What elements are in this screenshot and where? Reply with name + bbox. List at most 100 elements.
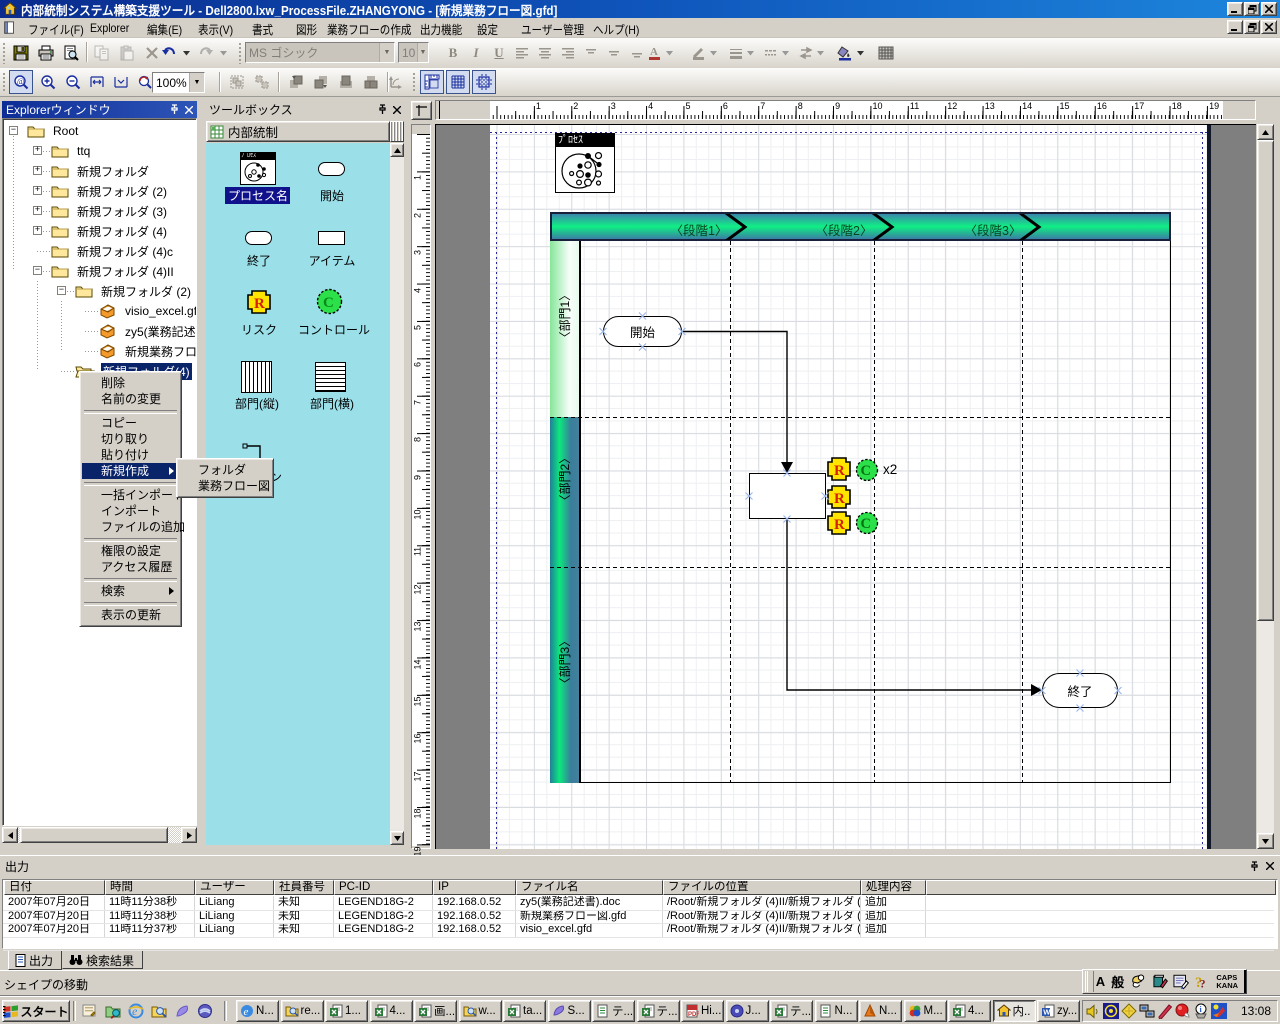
search-folder-icon[interactable] — [151, 1003, 167, 1019]
tree-expander[interactable]: − — [57, 286, 66, 295]
taskbar-button[interactable]: eN... — [236, 1000, 279, 1022]
arrow-style-button[interactable] — [797, 41, 814, 65]
tree-item[interactable]: 新規フォルダ (4)II — [77, 263, 174, 280]
caps-kana-indicator[interactable]: CAPSKANA — [1216, 974, 1238, 990]
redball-icon[interactable] — [1175, 1003, 1191, 1019]
table-cell[interactable]: LiLiang — [195, 910, 274, 924]
taskbar-button[interactable]: 4... — [370, 1000, 413, 1022]
line-color-button[interactable] — [690, 41, 707, 65]
table-cell[interactable]: /Root/新規フォルダ (4)II/新規フォルダ (... — [663, 896, 861, 910]
toolbox-item-risk[interactable]: リスク — [230, 321, 288, 338]
save-button[interactable] — [9, 41, 33, 65]
toolbox-item-control[interactable]: コントロール — [298, 321, 370, 338]
taskbar-button[interactable]: M... — [904, 1000, 947, 1022]
tree-item[interactable]: 新規フォルダ (4)c — [77, 243, 173, 260]
canvas-vscrollbar[interactable] — [1257, 124, 1274, 849]
table-cell[interactable]: 11時11分37秒 — [105, 923, 195, 937]
context-menu-item[interactable]: 削除 — [82, 375, 179, 391]
context-menu-item[interactable]: 貼り付け — [82, 447, 179, 463]
table-header-cell[interactable]: ファイルの位置 — [663, 880, 861, 895]
taskbar-button[interactable]: PDFHi... — [681, 1000, 724, 1022]
table-cell[interactable]: zy5(業務記述書).doc — [516, 896, 663, 910]
toolbar-grip[interactable] — [2, 42, 6, 64]
table-header-cell[interactable]: 社員番号 — [274, 880, 334, 895]
align-right-button[interactable] — [556, 41, 580, 65]
context-menu-item[interactable]: 切り取り — [82, 431, 179, 447]
context-menu-item[interactable]: インポート — [82, 503, 179, 519]
font-size-combo[interactable]: 10▼ — [398, 42, 429, 63]
menu-help[interactable]: ヘルプ(H) — [593, 21, 639, 38]
department-1-band[interactable]: 〈部門1〉 — [550, 241, 579, 417]
table-cell[interactable]: 新規業務フロー図.gfd — [516, 910, 663, 924]
zoom-select-button[interactable]: @ — [9, 70, 33, 94]
pin-icon[interactable] — [170, 104, 179, 115]
department-2-band[interactable]: 〈部門2〉 — [550, 417, 579, 567]
align-left-button[interactable] — [510, 41, 534, 65]
copy-button[interactable] — [90, 41, 114, 65]
table-cell[interactable]: LEGEND18G-2 — [334, 910, 433, 924]
send-backward-button[interactable] — [309, 70, 333, 94]
toolbox-dept-h-icon[interactable] — [315, 362, 346, 392]
taskbar-button[interactable]: 内.. — [993, 1000, 1036, 1022]
zoom-out-button[interactable] — [61, 70, 85, 94]
fill-color-button[interactable] — [835, 41, 854, 65]
tab-output[interactable]: 出力 — [8, 951, 62, 970]
paste-button[interactable] — [115, 41, 139, 65]
menu-output[interactable]: 出力機能 — [420, 21, 462, 38]
table-header-cell[interactable]: 日付 — [4, 880, 105, 895]
menu-view[interactable]: 表示(V) — [198, 21, 233, 38]
pin-icon[interactable] — [1250, 861, 1259, 872]
menu-format[interactable]: 書式 — [252, 21, 273, 38]
toolbox-item-icon[interactable] — [318, 231, 345, 245]
context-menu-item[interactable]: 検索 — [82, 583, 179, 599]
menu-shape[interactable]: 図形 — [296, 21, 317, 38]
table-cell[interactable]: 未知 — [274, 923, 334, 937]
taskbar-button[interactable]: w... — [459, 1000, 502, 1022]
close-icon[interactable] — [185, 106, 193, 114]
toolbox-connector-icon[interactable] — [242, 443, 264, 459]
bold-button[interactable]: B — [441, 41, 465, 65]
guides-toggle-button[interactable] — [472, 70, 496, 94]
folder-view-icon[interactable] — [105, 1003, 121, 1019]
toolbox-end-icon[interactable] — [245, 231, 272, 245]
explorer-hscrollbar[interactable] — [2, 827, 197, 843]
taskbar-button[interactable]: 画... — [414, 1000, 457, 1022]
table-header-cell[interactable]: 処理内容 — [861, 880, 926, 895]
context-menu-item[interactable]: ファイルの追加 — [82, 519, 179, 535]
taskbar-button[interactable]: N... — [815, 1000, 858, 1022]
undo-button[interactable] — [158, 41, 180, 65]
table-cell[interactable]: /Root/新規フォルダ (4)II/新規フォルダ (... — [663, 923, 861, 937]
taskbar-button[interactable]: テ... — [637, 1000, 680, 1022]
table-cell[interactable]: 追加 — [861, 910, 926, 924]
menu-workflow[interactable]: 業務フローの作成 — [327, 21, 411, 38]
table-cell[interactable]: 192.168.0.52 — [433, 923, 516, 937]
zoom-width-button[interactable] — [85, 70, 109, 94]
table-cell[interactable]: visio_excel.gfd — [516, 923, 663, 937]
ie-icon[interactable]: e — [128, 1003, 144, 1019]
toolbox-item-end[interactable]: 終了 — [230, 252, 288, 269]
tree-item[interactable]: 新規業務フロー図 — [125, 343, 197, 360]
tree-expander[interactable]: − — [33, 266, 42, 275]
help-icon[interactable]: ?? — [1194, 973, 1210, 990]
table-cell[interactable]: 2007年07月20日 — [4, 910, 105, 924]
table-cell[interactable]: LEGEND18G-2 — [334, 923, 433, 937]
menu-usermgmt[interactable]: ユーザー管理 — [521, 21, 584, 38]
toolbox-group-header[interactable]: 内部統制 — [206, 121, 390, 142]
start-button[interactable]: スタート — [2, 1000, 70, 1022]
table-cell[interactable]: 未知 — [274, 910, 334, 924]
zoom-in-button[interactable] — [36, 70, 60, 94]
table-cell[interactable]: 11時11分38秒 — [105, 896, 195, 910]
taskbar-separator[interactable] — [224, 1001, 227, 1021]
table-cell[interactable]: 11時11分38秒 — [105, 910, 195, 924]
table-cell[interactable]: 追加 — [861, 923, 926, 937]
flow-start-shape[interactable]: 開始 — [603, 316, 682, 347]
toolbox-risk-icon[interactable]: R — [247, 290, 271, 314]
toolbox-scrollbar[interactable] — [390, 143, 404, 845]
tree-item[interactable]: 新規フォルダ (3) — [77, 203, 167, 220]
bring-forward-button[interactable] — [284, 70, 308, 94]
fill-pattern-button[interactable] — [874, 41, 898, 65]
scroll-up-icon[interactable] — [390, 143, 404, 157]
tree-item[interactable]: ttq — [77, 144, 90, 158]
line-color-dropdown[interactable] — [707, 41, 720, 65]
taskbar-button[interactable]: J... — [726, 1000, 769, 1022]
